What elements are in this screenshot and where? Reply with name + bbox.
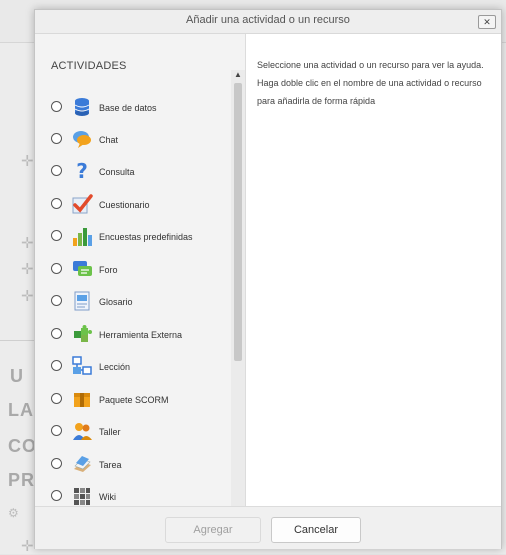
activity-label: Taller [99, 427, 121, 437]
activity-label: Wiki [99, 492, 116, 502]
activity-option-glosario[interactable]: Glosario [35, 288, 231, 314]
section-heading: ACTIVIDADES [51, 60, 127, 72]
move-icon: ✛ [21, 287, 34, 305]
puzzle-icon [74, 325, 92, 342]
activity-option-encuestas-predefinidas[interactable]: Encuestas predefinidas [35, 223, 231, 249]
radio-button[interactable] [51, 263, 62, 274]
question-icon: ? [76, 160, 88, 182]
radio-button[interactable] [51, 360, 62, 371]
activity-option-chat[interactable]: Chat [35, 126, 231, 152]
activity-label: Base de datos [99, 103, 157, 113]
workshop-icon [73, 423, 92, 440]
activity-option-tarea[interactable]: Tarea [35, 451, 231, 477]
add-activity-dialog: Añadir una actividad o un recurso ✕ ACTI… [34, 9, 502, 549]
scroll-up-arrow-icon[interactable]: ▲ [231, 70, 245, 80]
bar-chart-icon [73, 228, 92, 246]
activity-label: Tarea [99, 460, 122, 470]
forum-icon [73, 261, 92, 276]
cancel-button[interactable]: Cancelar [271, 517, 361, 543]
radio-button[interactable] [51, 490, 62, 501]
lesson-icon [72, 356, 92, 375]
help-text: Seleccione una actividad o un recurso pa… [257, 60, 484, 106]
move-icon: ✛ [21, 260, 34, 278]
scrollbar-thumb[interactable] [234, 83, 242, 361]
dialog-header: Añadir una actividad o un recurso ✕ [35, 10, 501, 34]
background-text: LA [8, 400, 34, 420]
activity-option-herramienta-externa[interactable]: Herramienta Externa [35, 321, 231, 347]
activity-label: Cuestionario [99, 200, 150, 210]
move-icon: ✛ [21, 234, 34, 252]
activity-option-consulta[interactable]: ? Consulta [35, 158, 231, 184]
chat-icon [73, 131, 91, 148]
radio-button[interactable] [51, 295, 62, 306]
activity-option-taller[interactable]: Taller [35, 418, 231, 444]
activity-option-paquete-scorm[interactable]: Paquete SCORM [35, 386, 231, 412]
radio-button[interactable] [51, 101, 62, 112]
glossary-icon [74, 291, 90, 311]
radio-button[interactable] [51, 458, 62, 469]
activity-option-foro[interactable]: Foro [35, 256, 231, 282]
activity-option-leccion[interactable]: Lección [35, 353, 231, 379]
dialog-footer: Agregar Cancelar [35, 506, 501, 549]
activity-label: Consulta [99, 167, 135, 177]
checkmark-icon [72, 194, 93, 214]
wiki-icon [74, 488, 90, 505]
activity-list-pane: ACTIVIDADES Base de datos Chat ? Consult… [35, 34, 246, 530]
background-text: CO [8, 436, 37, 456]
radio-button[interactable] [51, 425, 62, 436]
activity-label: Lección [99, 362, 131, 372]
move-icon: ✛ [21, 152, 34, 170]
background-text: U [10, 366, 24, 386]
radio-button[interactable] [51, 133, 62, 144]
radio-button[interactable] [51, 230, 62, 241]
activity-label: Glosario [99, 297, 133, 307]
background-text: PR [8, 470, 36, 490]
radio-button[interactable] [51, 393, 62, 404]
add-button[interactable]: Agregar [165, 517, 261, 543]
activity-label: Foro [99, 265, 118, 275]
activity-label: Chat [99, 135, 119, 145]
package-icon [74, 393, 90, 407]
activity-label: Paquete SCORM [99, 395, 169, 405]
radio-button[interactable] [51, 198, 62, 209]
activity-label: Encuestas predefinidas [99, 232, 193, 242]
assignment-icon [74, 456, 91, 472]
database-icon [74, 98, 90, 116]
activity-option-cuestionario[interactable]: Cuestionario [35, 191, 231, 217]
close-button[interactable]: ✕ [478, 15, 496, 29]
activity-label: Herramienta Externa [99, 330, 183, 340]
dialog-title: Añadir una actividad o un recurso [186, 14, 350, 26]
radio-button[interactable] [51, 165, 62, 176]
radio-button[interactable] [51, 328, 62, 339]
list-scrollbar[interactable]: ▲ ▼ [231, 70, 245, 530]
gear-icon: ⚙ [8, 506, 19, 520]
move-icon: ✛ [21, 537, 34, 555]
svg-text:?: ? [76, 160, 88, 182]
activity-option-base-de-datos[interactable]: Base de datos [35, 94, 231, 120]
close-icon: ✕ [483, 17, 491, 27]
